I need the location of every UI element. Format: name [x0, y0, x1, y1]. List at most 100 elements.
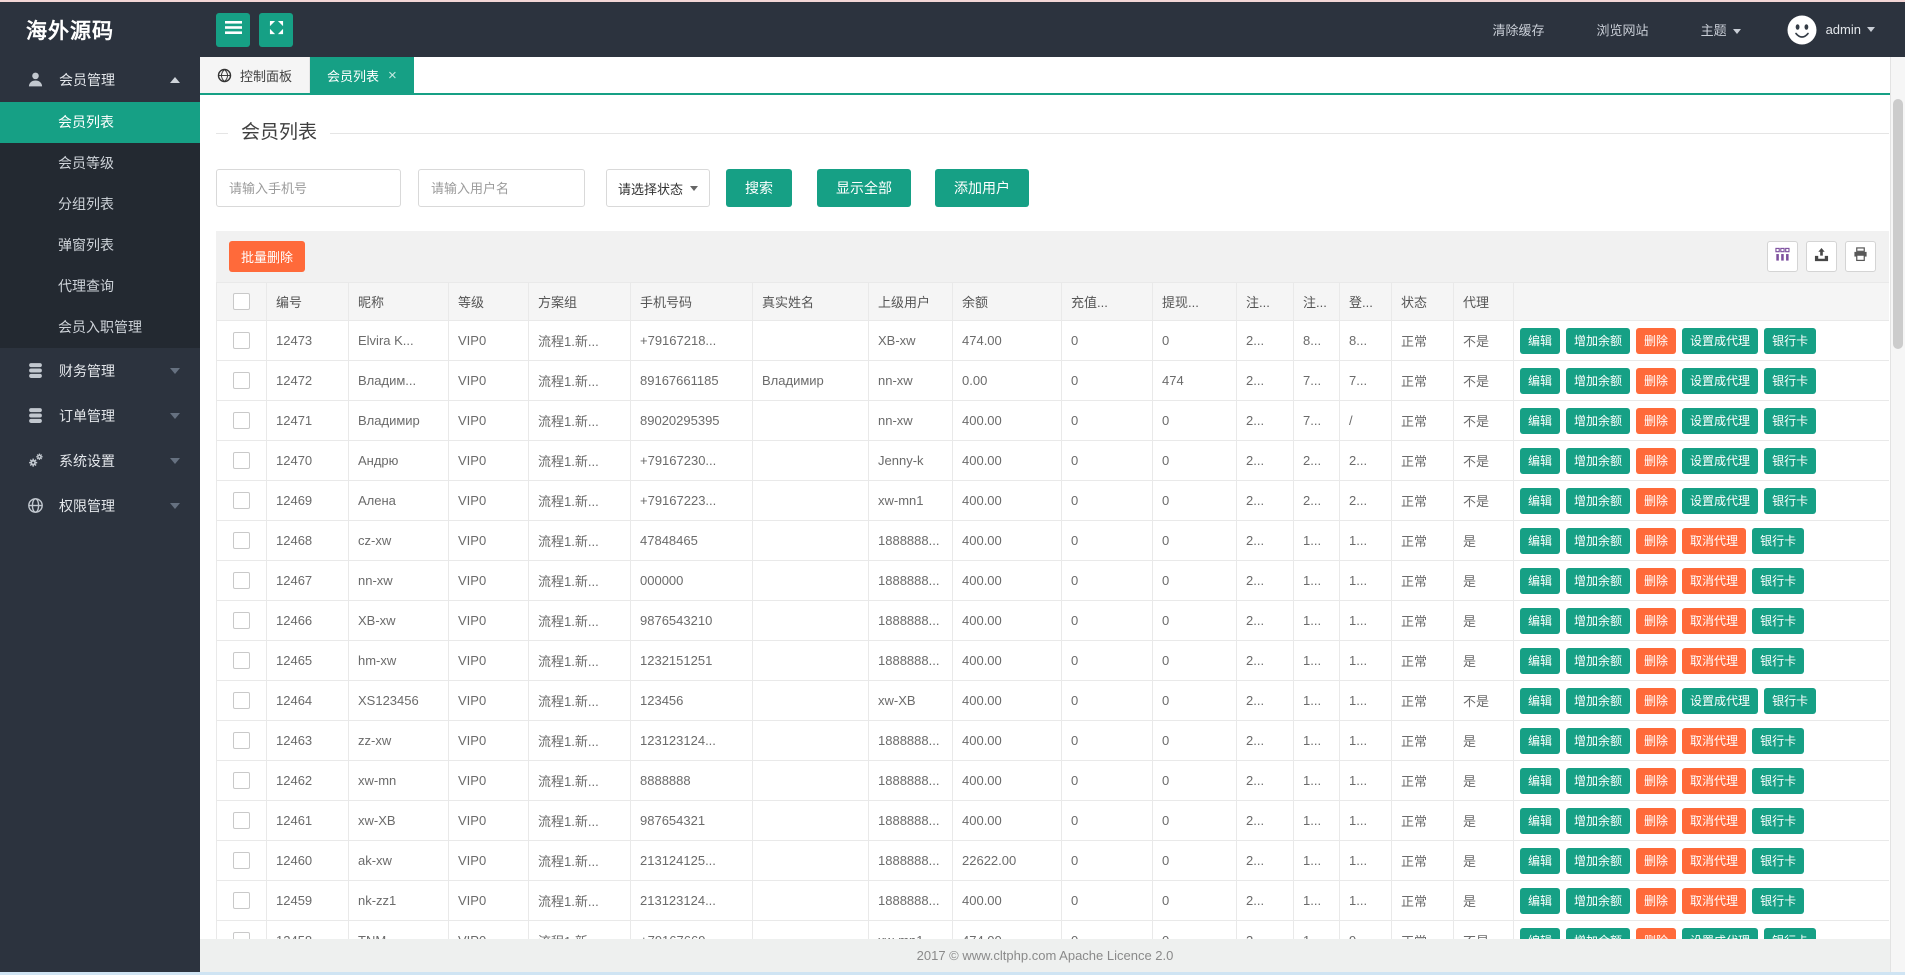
add-balance-button[interactable]: 增加余额	[1566, 807, 1631, 834]
bank-button[interactable]: 银行卡	[1752, 607, 1805, 634]
row-checkbox[interactable]	[233, 572, 250, 590]
username-input[interactable]	[418, 169, 585, 207]
cancel-agent-button[interactable]: 取消代理	[1682, 767, 1747, 794]
add-balance-button[interactable]: 增加余额	[1566, 607, 1631, 634]
delete-button[interactable]: 删除	[1636, 687, 1677, 714]
export-button[interactable]	[1806, 241, 1837, 272]
edit-button[interactable]: 编辑	[1520, 767, 1561, 794]
delete-button[interactable]: 删除	[1636, 767, 1677, 794]
set-agent-button[interactable]: 设置成代理	[1682, 487, 1759, 514]
row-checkbox[interactable]	[233, 332, 250, 350]
bank-button[interactable]: 银行卡	[1752, 647, 1805, 674]
add-balance-button[interactable]: 增加余额	[1566, 487, 1631, 514]
edit-button[interactable]: 编辑	[1520, 607, 1561, 634]
edit-button[interactable]: 编辑	[1520, 567, 1561, 594]
delete-button[interactable]: 删除	[1636, 327, 1677, 354]
add-balance-button[interactable]: 增加余额	[1566, 367, 1631, 394]
bank-button[interactable]: 银行卡	[1752, 847, 1805, 874]
close-icon[interactable]: ×	[388, 67, 397, 84]
search-button[interactable]: 搜索	[726, 169, 792, 207]
delete-button[interactable]: 删除	[1636, 727, 1677, 754]
print-button[interactable]	[1845, 241, 1876, 272]
delete-button[interactable]: 删除	[1636, 807, 1677, 834]
add-balance-button[interactable]: 增加余额	[1566, 407, 1631, 434]
phone-input[interactable]	[216, 169, 401, 207]
row-checkbox[interactable]	[233, 852, 250, 870]
cancel-agent-button[interactable]: 取消代理	[1682, 647, 1747, 674]
cancel-agent-button[interactable]: 取消代理	[1682, 727, 1747, 754]
sidebar-item-permission-management[interactable]: 权限管理	[0, 483, 200, 528]
bank-button[interactable]: 银行卡	[1752, 807, 1805, 834]
delete-button[interactable]: 删除	[1636, 607, 1677, 634]
status-select[interactable]: 请选择状态	[606, 169, 710, 207]
bank-button[interactable]: 银行卡	[1764, 487, 1817, 514]
cancel-agent-button[interactable]: 取消代理	[1682, 527, 1747, 554]
row-checkbox[interactable]	[233, 492, 250, 510]
set-agent-button[interactable]: 设置成代理	[1682, 367, 1759, 394]
cancel-agent-button[interactable]: 取消代理	[1682, 567, 1747, 594]
row-checkbox[interactable]	[233, 452, 250, 470]
add-balance-button[interactable]: 增加余额	[1566, 327, 1631, 354]
columns-toggle-button[interactable]	[1767, 241, 1798, 272]
delete-button[interactable]: 删除	[1636, 527, 1677, 554]
fullscreen-button[interactable]	[259, 12, 293, 47]
theme-menu[interactable]: 主题	[1675, 20, 1767, 39]
row-checkbox[interactable]	[233, 372, 250, 390]
row-checkbox[interactable]	[233, 692, 250, 710]
bank-button[interactable]: 银行卡	[1752, 767, 1805, 794]
bank-button[interactable]: 银行卡	[1752, 527, 1805, 554]
add-balance-button[interactable]: 增加余额	[1566, 447, 1631, 474]
bank-button[interactable]: 银行卡	[1752, 727, 1805, 754]
row-checkbox[interactable]	[233, 532, 250, 550]
cancel-agent-button[interactable]: 取消代理	[1682, 807, 1747, 834]
bank-button[interactable]: 银行卡	[1764, 327, 1817, 354]
delete-button[interactable]: 删除	[1636, 487, 1677, 514]
edit-button[interactable]: 编辑	[1520, 367, 1561, 394]
sidebar-item-finance-management[interactable]: 财务管理	[0, 348, 200, 393]
add-balance-button[interactable]: 增加余额	[1566, 687, 1631, 714]
row-checkbox[interactable]	[233, 812, 250, 830]
row-checkbox[interactable]	[233, 612, 250, 630]
scrollbar-thumb[interactable]	[1893, 99, 1903, 349]
edit-button[interactable]: 编辑	[1520, 847, 1561, 874]
sidebar-item-system-settings[interactable]: 系统设置	[0, 438, 200, 483]
bank-button[interactable]: 银行卡	[1752, 567, 1805, 594]
sidebar-item-agent-query[interactable]: 代理查询	[0, 266, 200, 307]
sidebar-item-member-onboarding[interactable]: 会员入职管理	[0, 307, 200, 348]
page-scrollbar[interactable]	[1890, 57, 1905, 972]
add-balance-button[interactable]: 增加余额	[1566, 647, 1631, 674]
edit-button[interactable]: 编辑	[1520, 487, 1561, 514]
row-checkbox[interactable]	[233, 772, 250, 790]
cancel-agent-button[interactable]: 取消代理	[1682, 887, 1747, 914]
edit-button[interactable]: 编辑	[1520, 647, 1561, 674]
sidebar-item-member-list[interactable]: 会员列表	[0, 102, 200, 143]
sidebar-item-member-management[interactable]: 会员管理	[0, 57, 200, 102]
sidebar-item-member-level[interactable]: 会员等级	[0, 143, 200, 184]
delete-button[interactable]: 删除	[1636, 407, 1677, 434]
sidebar-item-group-list[interactable]: 分组列表	[0, 184, 200, 225]
sidebar-item-order-management[interactable]: 订单管理	[0, 393, 200, 438]
clear-cache-link[interactable]: 清除缓存	[1467, 20, 1571, 39]
batch-delete-button[interactable]: 批量删除	[229, 241, 306, 272]
delete-button[interactable]: 删除	[1636, 847, 1677, 874]
sidebar-item-popup-list[interactable]: 弹窗列表	[0, 225, 200, 266]
edit-button[interactable]: 编辑	[1520, 527, 1561, 554]
delete-button[interactable]: 删除	[1636, 647, 1677, 674]
edit-button[interactable]: 编辑	[1520, 887, 1561, 914]
delete-button[interactable]: 删除	[1636, 567, 1677, 594]
cancel-agent-button[interactable]: 取消代理	[1682, 607, 1747, 634]
edit-button[interactable]: 编辑	[1520, 447, 1561, 474]
set-agent-button[interactable]: 设置成代理	[1682, 407, 1759, 434]
delete-button[interactable]: 删除	[1636, 367, 1677, 394]
add-user-button[interactable]: 添加用户	[935, 169, 1029, 207]
bank-button[interactable]: 银行卡	[1764, 367, 1817, 394]
add-balance-button[interactable]: 增加余额	[1566, 727, 1631, 754]
delete-button[interactable]: 删除	[1636, 887, 1677, 914]
set-agent-button[interactable]: 设置成代理	[1682, 327, 1759, 354]
add-balance-button[interactable]: 增加余额	[1566, 567, 1631, 594]
set-agent-button[interactable]: 设置成代理	[1682, 687, 1759, 714]
add-balance-button[interactable]: 增加余额	[1566, 847, 1631, 874]
select-all-checkbox[interactable]	[233, 293, 250, 311]
add-balance-button[interactable]: 增加余额	[1566, 887, 1631, 914]
show-all-button[interactable]: 显示全部	[817, 169, 911, 207]
